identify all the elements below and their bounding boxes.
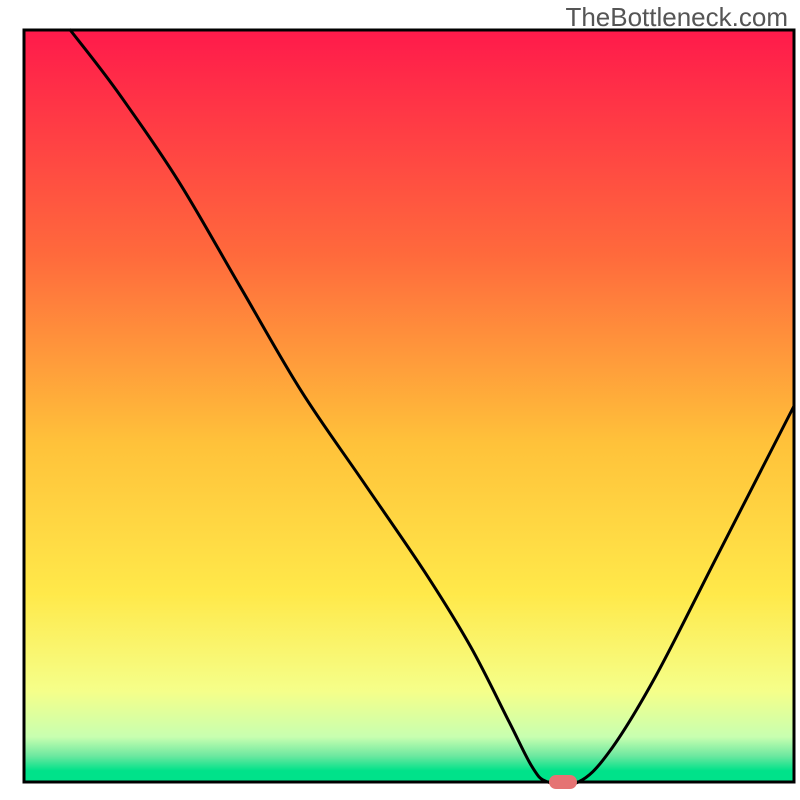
gradient-background: [24, 30, 794, 782]
optimal-marker: [549, 775, 577, 789]
watermark-text: TheBottleneck.com: [565, 2, 788, 33]
bottleneck-chart: [0, 0, 800, 800]
